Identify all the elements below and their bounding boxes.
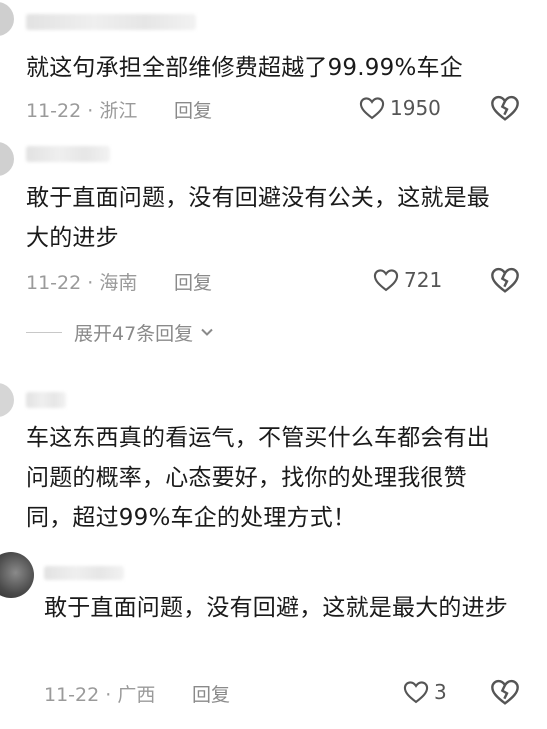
avatar[interactable]	[0, 142, 14, 176]
broken-heart-icon[interactable]	[489, 264, 521, 296]
like-button[interactable]: 721	[372, 264, 442, 296]
comment-date-location: 11-22 · 海南	[26, 272, 138, 294]
comment-text: 就这句承担全部维修费超越了99.99%车企	[26, 55, 463, 81]
like-count: 1950	[390, 96, 441, 120]
heart-outline-icon	[373, 269, 399, 292]
broken-heart-icon[interactable]	[489, 92, 521, 124]
avatar[interactable]	[0, 2, 14, 36]
expand-replies-button[interactable]: 展开47条回复	[26, 317, 215, 347]
heart-outline-icon	[359, 97, 385, 120]
like-button[interactable]: 3	[402, 676, 447, 708]
comment-meta: 11-22 · 海南 回复 721	[26, 262, 525, 298]
reply-button[interactable]: 回复	[174, 268, 212, 295]
comment-text: 敢于直面问题，没有回避没有公关，这就是最大的进步	[26, 185, 490, 251]
comment-meta: 11-22 · 广西 回复 3	[44, 674, 525, 710]
reply-button[interactable]: 回复	[192, 680, 230, 707]
comment-text: 车这东西真的看运气，不管买什么车都会有出问题的概率，心态要好，找你的处理我很赞同…	[26, 425, 490, 531]
username-blurred[interactable]	[26, 14, 196, 30]
divider-line	[26, 331, 62, 333]
like-count: 3	[434, 680, 447, 704]
like-button[interactable]: 1950	[358, 92, 441, 124]
avatar[interactable]	[0, 552, 34, 598]
comment-text: 敢于直面问题，没有回避，这就是最大的进步	[44, 595, 508, 621]
username-blurred[interactable]	[26, 146, 110, 162]
like-count: 721	[404, 268, 443, 292]
username-blurred[interactable]	[44, 566, 124, 580]
reply-button[interactable]: 回复	[174, 96, 212, 123]
avatar[interactable]	[0, 383, 14, 417]
username-blurred[interactable]	[26, 392, 66, 408]
broken-heart-icon[interactable]	[489, 676, 521, 708]
comment-meta: 11-22 · 浙江 回复 1950	[26, 90, 525, 126]
chevron-down-icon	[201, 328, 213, 336]
comment-date-location: 11-22 · 浙江	[26, 100, 138, 122]
comment-date-location: 11-22 · 广西	[44, 684, 156, 706]
heart-outline-icon	[403, 681, 429, 704]
expand-replies-label: 展开47条回复	[74, 322, 194, 345]
